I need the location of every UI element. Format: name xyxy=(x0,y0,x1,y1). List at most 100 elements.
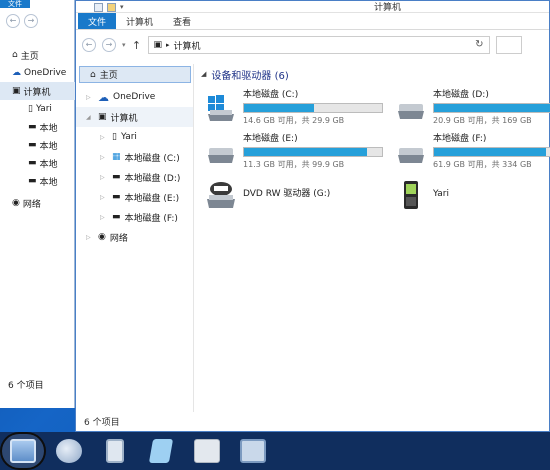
search-input[interactable] xyxy=(495,36,522,54)
nav-item-drive-e[interactable]: ▷ ▬ 本地磁盘 (E:) xyxy=(76,187,193,207)
nav-computer[interactable]: ◢ ▣ 计算机 xyxy=(76,107,193,127)
disk-icon: ▬ xyxy=(112,212,121,222)
collapse-chevron-icon[interactable]: ◢ xyxy=(201,70,206,78)
tab-view[interactable]: 查看 xyxy=(163,13,201,29)
disk-icon: ▬ xyxy=(28,140,37,150)
drive-tile-e[interactable]: 本地磁盘 (E:) 11.3 GB 可用，共 99.9 GB xyxy=(205,134,383,170)
back-nav-disk[interactable]: ▬ 本地 xyxy=(0,136,75,154)
taskbar-calculator-button[interactable] xyxy=(92,432,138,470)
drive-free-space: 20.9 GB 可用，共 169 GB xyxy=(433,116,532,125)
nav-item-yari[interactable]: ▷ ▯ Yari xyxy=(76,127,193,147)
background-explorer-window[interactable]: 文件 ← → ⌂ 主页 ☁ OneDrive ▣ 计算机 ▯ Yari ▬ 本地 ▬ 本地 … xyxy=(0,0,75,408)
up-arrow-icon[interactable]: ↑ xyxy=(132,39,142,52)
back-forward-arrow-icon[interactable]: → xyxy=(24,14,38,28)
nav-onedrive[interactable]: ▷ ☁ OneDrive xyxy=(76,87,193,107)
back-nav-pane: ⌂ 主页 ☁ OneDrive ▣ 计算机 ▯ Yari ▬ 本地 ▬ 本地 ▬ 本地 ▬ 本地… xyxy=(0,46,75,212)
drive-free-space: 11.3 GB 可用，共 99.9 GB xyxy=(243,160,345,169)
nav-home[interactable]: ⌂ 主页 xyxy=(79,66,191,83)
explorer-window[interactable]: ▾ 计算机 文件 计算机 查看 ← → ▾ ↑ ▣ ▸ 计算机 ↻ ⌂ 主页 ▷ ☁… xyxy=(75,0,550,432)
disk-icon xyxy=(395,134,427,166)
drive-tile-c[interactable]: 本地磁盘 (C:) 14.6 GB 可用，共 29.9 GB xyxy=(205,90,383,126)
disk-icon xyxy=(205,134,237,166)
content-area: ◢ 设备和驱动器 (6) 本地磁盘 (C:) 14.6 GB 可用，共 29.9… xyxy=(201,64,550,412)
chevron-right-icon[interactable]: ▷ xyxy=(86,94,94,101)
customize-qat-icon[interactable]: ▾ xyxy=(120,3,129,12)
back-nav-computer[interactable]: ▣ 计算机 xyxy=(0,82,75,100)
taskbar xyxy=(0,432,550,470)
taskbar-control-panel-button[interactable] xyxy=(230,432,276,470)
disk-icon: ▬ xyxy=(112,172,121,182)
usage-bar-fill xyxy=(244,148,367,156)
back-nav-disk[interactable]: ▬ 本地 xyxy=(0,118,75,136)
tab-computer[interactable]: 计算机 xyxy=(116,13,163,29)
device-tile-yari[interactable]: Yari xyxy=(395,178,449,210)
usage-bar-fill xyxy=(244,104,315,112)
back-file-tab[interactable]: 文件 xyxy=(0,0,30,8)
back-nav-disk[interactable]: ▬ 本地 xyxy=(0,172,75,190)
drive-name: 本地磁盘 (F:) xyxy=(433,134,487,144)
drive-tile-d[interactable]: 本地磁盘 (D:) 20.9 GB 可用，共 169 GB xyxy=(395,90,550,126)
taskbar-computer-button[interactable] xyxy=(0,432,46,470)
chevron-right-icon[interactable]: ▷ xyxy=(86,234,94,241)
new-folder-icon[interactable] xyxy=(107,2,116,12)
chevron-right-icon[interactable]: ▷ xyxy=(100,174,108,181)
back-status-bar: 6 个项目 xyxy=(8,381,44,391)
home-icon: ⌂ xyxy=(12,50,18,60)
navigation-pane: ⌂ 主页 ▷ ☁ OneDrive ◢ ▣ 计算机 ▷ ▯ Yari ▷ ▦ 本地磁盘 (C:) … xyxy=(76,64,194,412)
windows-disk-icon xyxy=(205,90,237,122)
chevron-right-icon[interactable]: ▷ xyxy=(100,154,108,161)
ribbon-tabs: 文件 计算机 查看 xyxy=(76,13,549,30)
disk-icon xyxy=(395,90,427,122)
taskbar-files-button[interactable] xyxy=(184,432,230,470)
drive-name: 本地磁盘 (D:) xyxy=(433,90,489,100)
back-nav-home[interactable]: ⌂ 主页 xyxy=(0,46,75,64)
breadcrumb-separator-icon[interactable]: ▸ xyxy=(166,41,170,49)
title-bar[interactable]: ▾ 计算机 xyxy=(76,1,549,13)
back-nav-disk[interactable]: ▬ 本地 xyxy=(0,154,75,172)
back-nav-onedrive[interactable]: ☁ OneDrive xyxy=(0,64,75,82)
phone-icon: ▯ xyxy=(28,104,33,114)
nav-item-drive-c[interactable]: ▷ ▦ 本地磁盘 (C:) xyxy=(76,147,193,167)
calculator-icon xyxy=(106,439,124,463)
phone-icon: ▯ xyxy=(112,132,117,142)
nav-network[interactable]: ▷ ◉ 网络 xyxy=(76,227,193,247)
home-icon: ⌂ xyxy=(90,69,96,80)
tab-file[interactable]: 文件 xyxy=(78,13,117,29)
usage-bar-fill xyxy=(434,148,546,156)
windows-disk-icon: ▦ xyxy=(112,152,121,162)
chevron-down-icon[interactable]: ◢ xyxy=(86,114,94,121)
disk-icon: ▬ xyxy=(28,176,37,186)
recent-locations-icon[interactable]: ▾ xyxy=(122,41,126,49)
drive-free-space: 61.9 GB 可用，共 334 GB xyxy=(433,160,532,169)
forward-arrow-icon[interactable]: → xyxy=(102,38,116,52)
back-arrow-icon[interactable]: ← xyxy=(82,38,96,52)
taskbar-notepad-button[interactable] xyxy=(138,432,184,470)
usage-bar xyxy=(433,147,550,157)
drive-name: 本地磁盘 (E:) xyxy=(243,134,298,144)
properties-icon[interactable] xyxy=(94,2,103,12)
drive-tile-f[interactable]: 本地磁盘 (F:) 61.9 GB 可用，共 334 GB xyxy=(395,134,550,170)
drive-free-space: 14.6 GB 可用，共 29.9 GB xyxy=(243,116,345,125)
usage-bar xyxy=(243,147,383,157)
usage-bar-fill xyxy=(434,104,550,112)
back-back-arrow-icon[interactable]: ← xyxy=(6,14,20,28)
chevron-right-icon[interactable]: ▷ xyxy=(100,214,108,221)
breadcrumb-computer[interactable]: 计算机 xyxy=(174,39,201,52)
refresh-icon[interactable]: ↻ xyxy=(475,39,483,50)
taskbar-network-button[interactable] xyxy=(46,432,92,470)
back-nav-yari[interactable]: ▯ Yari xyxy=(0,100,75,118)
usage-bar xyxy=(433,103,550,113)
nav-item-drive-d[interactable]: ▷ ▬ 本地磁盘 (D:) xyxy=(76,167,193,187)
back-nav-network[interactable]: ◉ 网络 xyxy=(0,194,75,212)
network-icon: ◉ xyxy=(98,232,106,242)
nav-item-drive-f[interactable]: ▷ ▬ 本地磁盘 (F:) xyxy=(76,207,193,227)
chevron-right-icon[interactable]: ▷ xyxy=(100,134,108,141)
drive-tile-g[interactable]: DVD RW 驱动器 (G:) xyxy=(205,178,330,210)
onedrive-cloud-icon: ☁ xyxy=(12,68,21,78)
address-bar[interactable]: ▣ ▸ 计算机 ↻ xyxy=(147,36,490,54)
chevron-right-icon[interactable]: ▷ xyxy=(100,194,108,201)
navigation-bar: ← → ▾ ↑ ▣ ▸ 计算机 ↻ xyxy=(76,30,549,60)
computer-icon: ▣ xyxy=(153,40,163,50)
group-header-devices[interactable]: ◢ 设备和驱动器 (6) xyxy=(201,64,549,84)
window-title: 计算机 xyxy=(374,3,402,13)
